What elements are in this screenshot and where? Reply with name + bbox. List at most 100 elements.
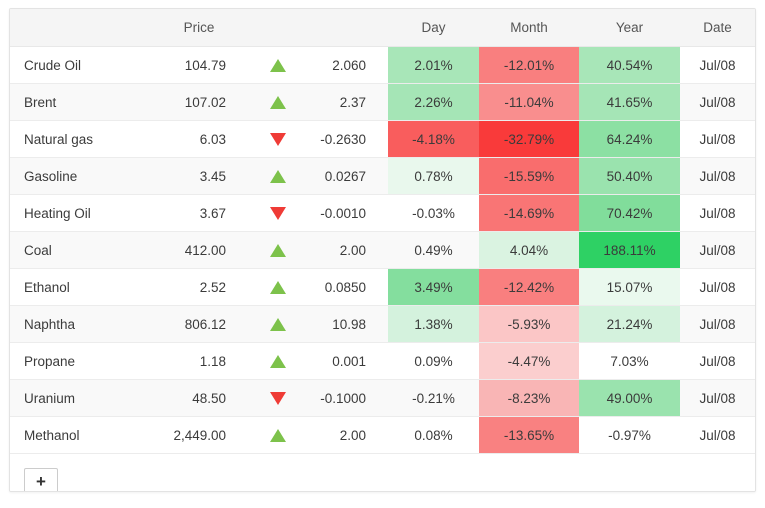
cell-day-pct: 3.49% xyxy=(388,268,479,306)
cell-year-pct: -0.97% xyxy=(579,416,680,454)
cell-commodity-name: Methanol xyxy=(10,416,150,454)
cell-direction xyxy=(248,268,308,306)
cell-direction xyxy=(248,342,308,380)
column-header-direction xyxy=(248,9,308,47)
cell-date: Jul/08 xyxy=(680,194,755,232)
cell-change: 2.00 xyxy=(308,416,388,454)
commodities-table: Price Day Month Year Date Crude Oil 104.7… xyxy=(10,9,755,454)
triangle-up-icon xyxy=(270,318,286,332)
header-row: Price Day Month Year Date xyxy=(10,9,755,47)
cell-year-pct: 15.07% xyxy=(579,268,680,306)
triangle-up-icon xyxy=(270,355,286,369)
cell-direction xyxy=(248,194,308,232)
cell-year-pct: 41.65% xyxy=(579,83,680,121)
cell-commodity-name: Natural gas xyxy=(10,120,150,158)
cell-date: Jul/08 xyxy=(680,342,755,380)
table-footer: + xyxy=(10,454,755,491)
cell-price: 3.45 xyxy=(150,157,248,195)
column-header-name[interactable] xyxy=(10,9,150,47)
cell-month-pct: -4.47% xyxy=(479,342,579,380)
triangle-up-icon xyxy=(270,96,286,110)
cell-direction xyxy=(248,379,308,417)
cell-month-pct: -14.69% xyxy=(479,194,579,232)
table-row[interactable]: Naphtha 806.12 10.98 1.38% -5.93% 21.24% Jul/0… xyxy=(10,305,755,343)
cell-price: 104.79 xyxy=(150,46,248,84)
cell-price: 412.00 xyxy=(150,231,248,269)
table-body: Crude Oil 104.79 2.060 2.01% -12.01% 40.54% Ju… xyxy=(10,46,755,454)
cell-direction xyxy=(248,46,308,84)
cell-month-pct: -15.59% xyxy=(479,157,579,195)
cell-date: Jul/08 xyxy=(680,46,755,84)
table-row[interactable]: Brent 107.02 2.37 2.26% -11.04% 41.65% Jul/08 xyxy=(10,83,755,121)
table-row[interactable]: Propane 1.18 0.001 0.09% -4.47% 7.03% Jul/08 xyxy=(10,342,755,380)
cell-date: Jul/08 xyxy=(680,416,755,454)
cell-change: 0.0267 xyxy=(308,157,388,195)
cell-price: 2.52 xyxy=(150,268,248,306)
triangle-up-icon xyxy=(270,244,286,258)
cell-change: 0.001 xyxy=(308,342,388,380)
cell-commodity-name: Gasoline xyxy=(10,157,150,195)
cell-date: Jul/08 xyxy=(680,305,755,343)
cell-commodity-name: Uranium xyxy=(10,379,150,417)
triangle-up-icon xyxy=(270,59,286,73)
cell-change: 2.37 xyxy=(308,83,388,121)
cell-year-pct: 70.42% xyxy=(579,194,680,232)
triangle-down-icon xyxy=(270,207,286,221)
column-header-month[interactable]: Month xyxy=(479,9,579,47)
cell-month-pct: -8.23% xyxy=(479,379,579,417)
cell-date: Jul/08 xyxy=(680,157,755,195)
cell-commodity-name: Propane xyxy=(10,342,150,380)
triangle-down-icon xyxy=(270,392,286,406)
cell-day-pct: -0.03% xyxy=(388,194,479,232)
triangle-up-icon xyxy=(270,170,286,184)
add-row-button[interactable]: + xyxy=(24,467,58,491)
cell-change: 2.00 xyxy=(308,231,388,269)
cell-date: Jul/08 xyxy=(680,83,755,121)
cell-month-pct: -13.65% xyxy=(479,416,579,454)
table-row[interactable]: Methanol 2,449.00 2.00 0.08% -13.65% -0.97% Ju… xyxy=(10,416,755,454)
cell-day-pct: -0.21% xyxy=(388,379,479,417)
cell-date: Jul/08 xyxy=(680,231,755,269)
table-row[interactable]: Natural gas 6.03 -0.2630 -4.18% -32.79% 64.24… xyxy=(10,120,755,158)
column-header-price[interactable]: Price xyxy=(150,9,248,47)
cell-year-pct: 50.40% xyxy=(579,157,680,195)
cell-commodity-name: Ethanol xyxy=(10,268,150,306)
table-header: Price Day Month Year Date xyxy=(10,9,755,47)
cell-price: 107.02 xyxy=(150,83,248,121)
cell-change: 2.060 xyxy=(308,46,388,84)
cell-day-pct: -4.18% xyxy=(388,120,479,158)
cell-price: 48.50 xyxy=(150,379,248,417)
table-row[interactable]: Gasoline 3.45 0.0267 0.78% -15.59% 50.40% Jul/… xyxy=(10,157,755,195)
table-row[interactable]: Crude Oil 104.79 2.060 2.01% -12.01% 40.54% Ju… xyxy=(10,46,755,84)
cell-month-pct: -5.93% xyxy=(479,305,579,343)
cell-direction xyxy=(248,120,308,158)
triangle-up-icon xyxy=(270,281,286,295)
cell-day-pct: 0.49% xyxy=(388,231,479,269)
cell-price: 2,449.00 xyxy=(150,416,248,454)
cell-date: Jul/08 xyxy=(680,120,755,158)
cell-year-pct: 21.24% xyxy=(579,305,680,343)
cell-year-pct: 7.03% xyxy=(579,342,680,380)
cell-day-pct: 2.26% xyxy=(388,83,479,121)
column-header-year[interactable]: Year xyxy=(579,9,680,47)
cell-date: Jul/08 xyxy=(680,379,755,417)
column-header-day[interactable]: Day xyxy=(388,9,479,47)
table-row[interactable]: Heating Oil 3.67 -0.0010 -0.03% -14.69% 70.42… xyxy=(10,194,755,232)
cell-change: -0.0010 xyxy=(308,194,388,232)
table-row[interactable]: Ethanol 2.52 0.0850 3.49% -12.42% 15.07% Jul/0… xyxy=(10,268,755,306)
triangle-up-icon xyxy=(270,429,286,443)
cell-day-pct: 0.78% xyxy=(388,157,479,195)
cell-direction xyxy=(248,157,308,195)
triangle-down-icon xyxy=(270,133,286,147)
cell-year-pct: 188.11% xyxy=(579,231,680,269)
cell-month-pct: -12.42% xyxy=(479,268,579,306)
cell-price: 3.67 xyxy=(150,194,248,232)
table-row[interactable]: Coal 412.00 2.00 0.49% 4.04% 188.11% Jul/08 xyxy=(10,231,755,269)
cell-commodity-name: Naphtha xyxy=(10,305,150,343)
column-header-date[interactable]: Date xyxy=(680,9,755,47)
commodities-quote-panel: Price Day Month Year Date Crude Oil 104.7… xyxy=(9,8,756,492)
cell-date: Jul/08 xyxy=(680,268,755,306)
cell-commodity-name: Brent xyxy=(10,83,150,121)
table-row[interactable]: Uranium 48.50 -0.1000 -0.21% -8.23% 49.00% Jul… xyxy=(10,379,755,417)
cell-change: -0.2630 xyxy=(308,120,388,158)
